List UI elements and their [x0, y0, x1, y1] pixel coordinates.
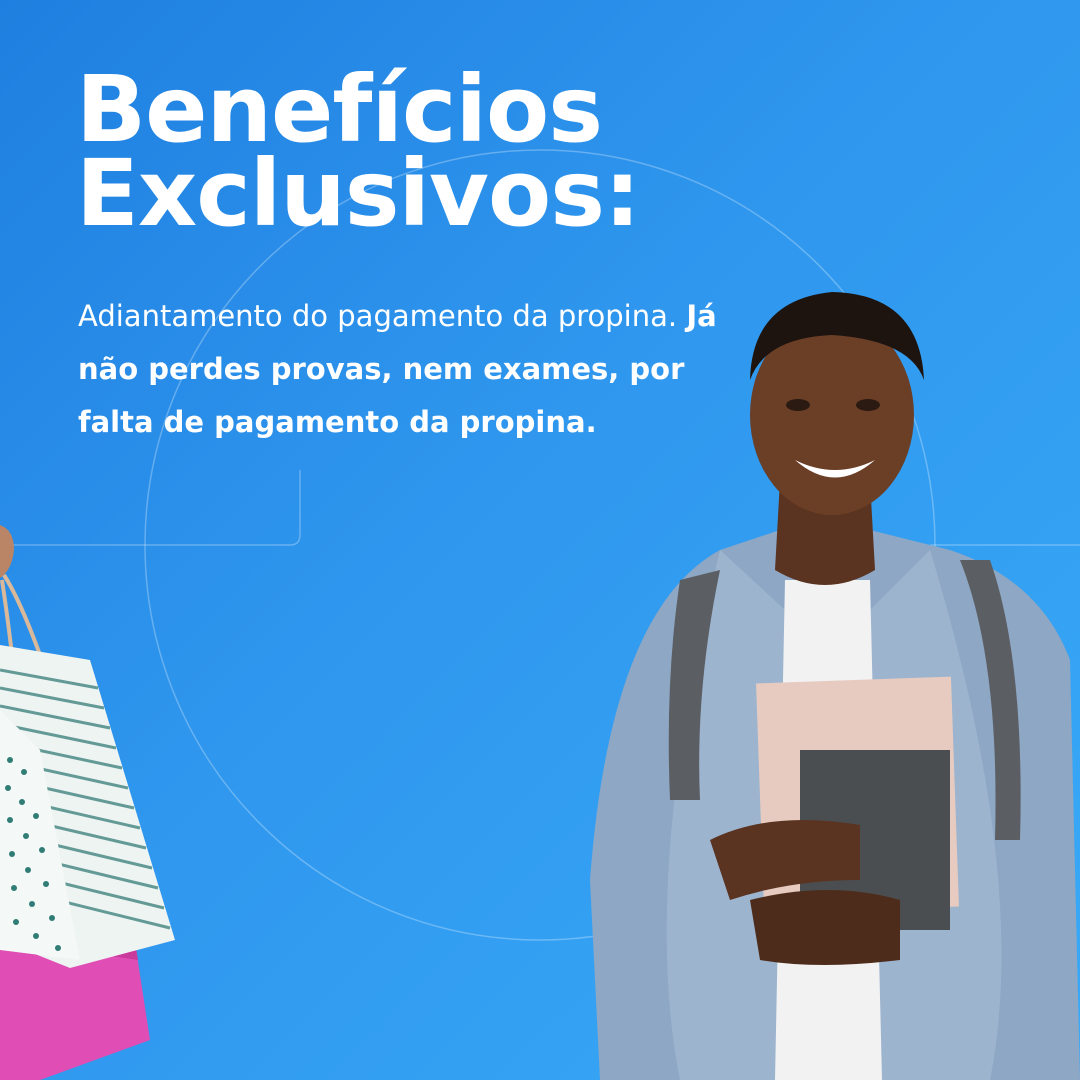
- promo-canvas: Benefícios Exclusivos: Adiantamento do p…: [0, 0, 1080, 1080]
- page-title: Benefícios Exclusivos:: [76, 64, 641, 247]
- student-image: [590, 292, 1080, 1080]
- title-line-2: Exclusivos:: [76, 140, 641, 247]
- shopping-bags-image: [0, 525, 175, 1080]
